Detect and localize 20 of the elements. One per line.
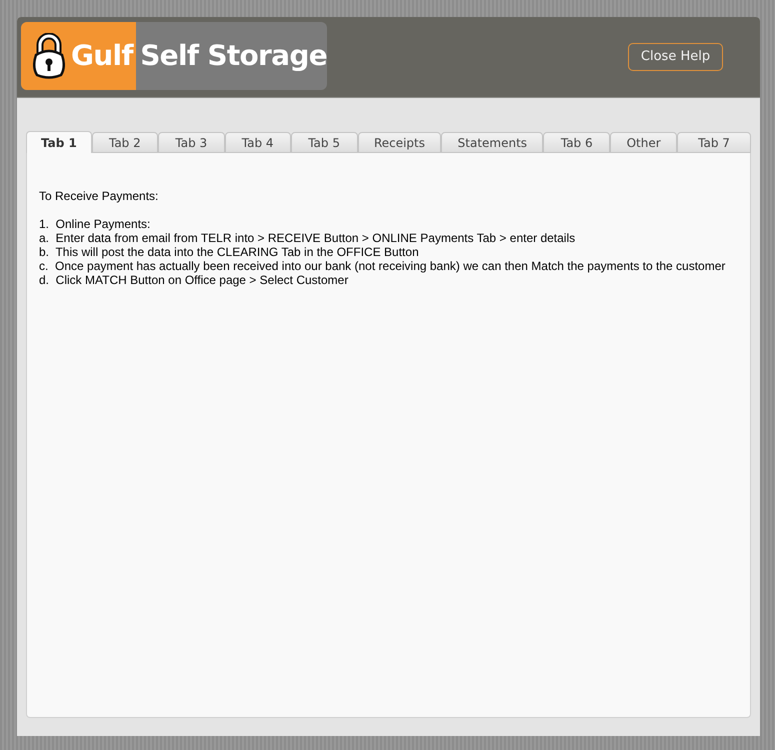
close-help-button[interactable]: Close Help <box>628 43 723 71</box>
tab[interactable]: Tab 6 <box>543 132 610 153</box>
instruction-line: d. Click MATCH Button on Office page > Select Customer <box>39 273 350 287</box>
tab[interactable]: Tab 7 <box>677 132 751 153</box>
tab[interactable]: Statements <box>441 132 544 153</box>
tab[interactable]: Tab 1 <box>26 131 92 153</box>
instruction-line: b. This will post the data into the CLEARING Tab in the OFFICE Button <box>39 245 420 259</box>
logo-text: Gulf <box>71 38 133 74</box>
content-heading: To Receive Payments: <box>39 189 160 203</box>
logo-text: Self Storage <box>139 38 327 74</box>
tab[interactable]: Tab 5 <box>290 132 358 153</box>
padlock-icon <box>33 33 65 79</box>
tab[interactable]: Tab 4 <box>224 132 291 153</box>
tab[interactable]: Receipts <box>358 132 442 153</box>
instruction-line: a. Enter data from email from TELR into > RECEIVE Button > ONLINE Payments Tab > enter details <box>39 231 576 245</box>
tab[interactable]: Tab 3 <box>158 132 225 153</box>
tab[interactable]: Other <box>610 132 678 153</box>
instruction-line: 1. Online Payments: <box>39 217 152 231</box>
tab[interactable]: Tab 2 <box>92 132 158 153</box>
instruction-line: c. Once payment has actually been received into our bank (not receiving bank) we can then Match the payments to the customer <box>39 259 726 273</box>
